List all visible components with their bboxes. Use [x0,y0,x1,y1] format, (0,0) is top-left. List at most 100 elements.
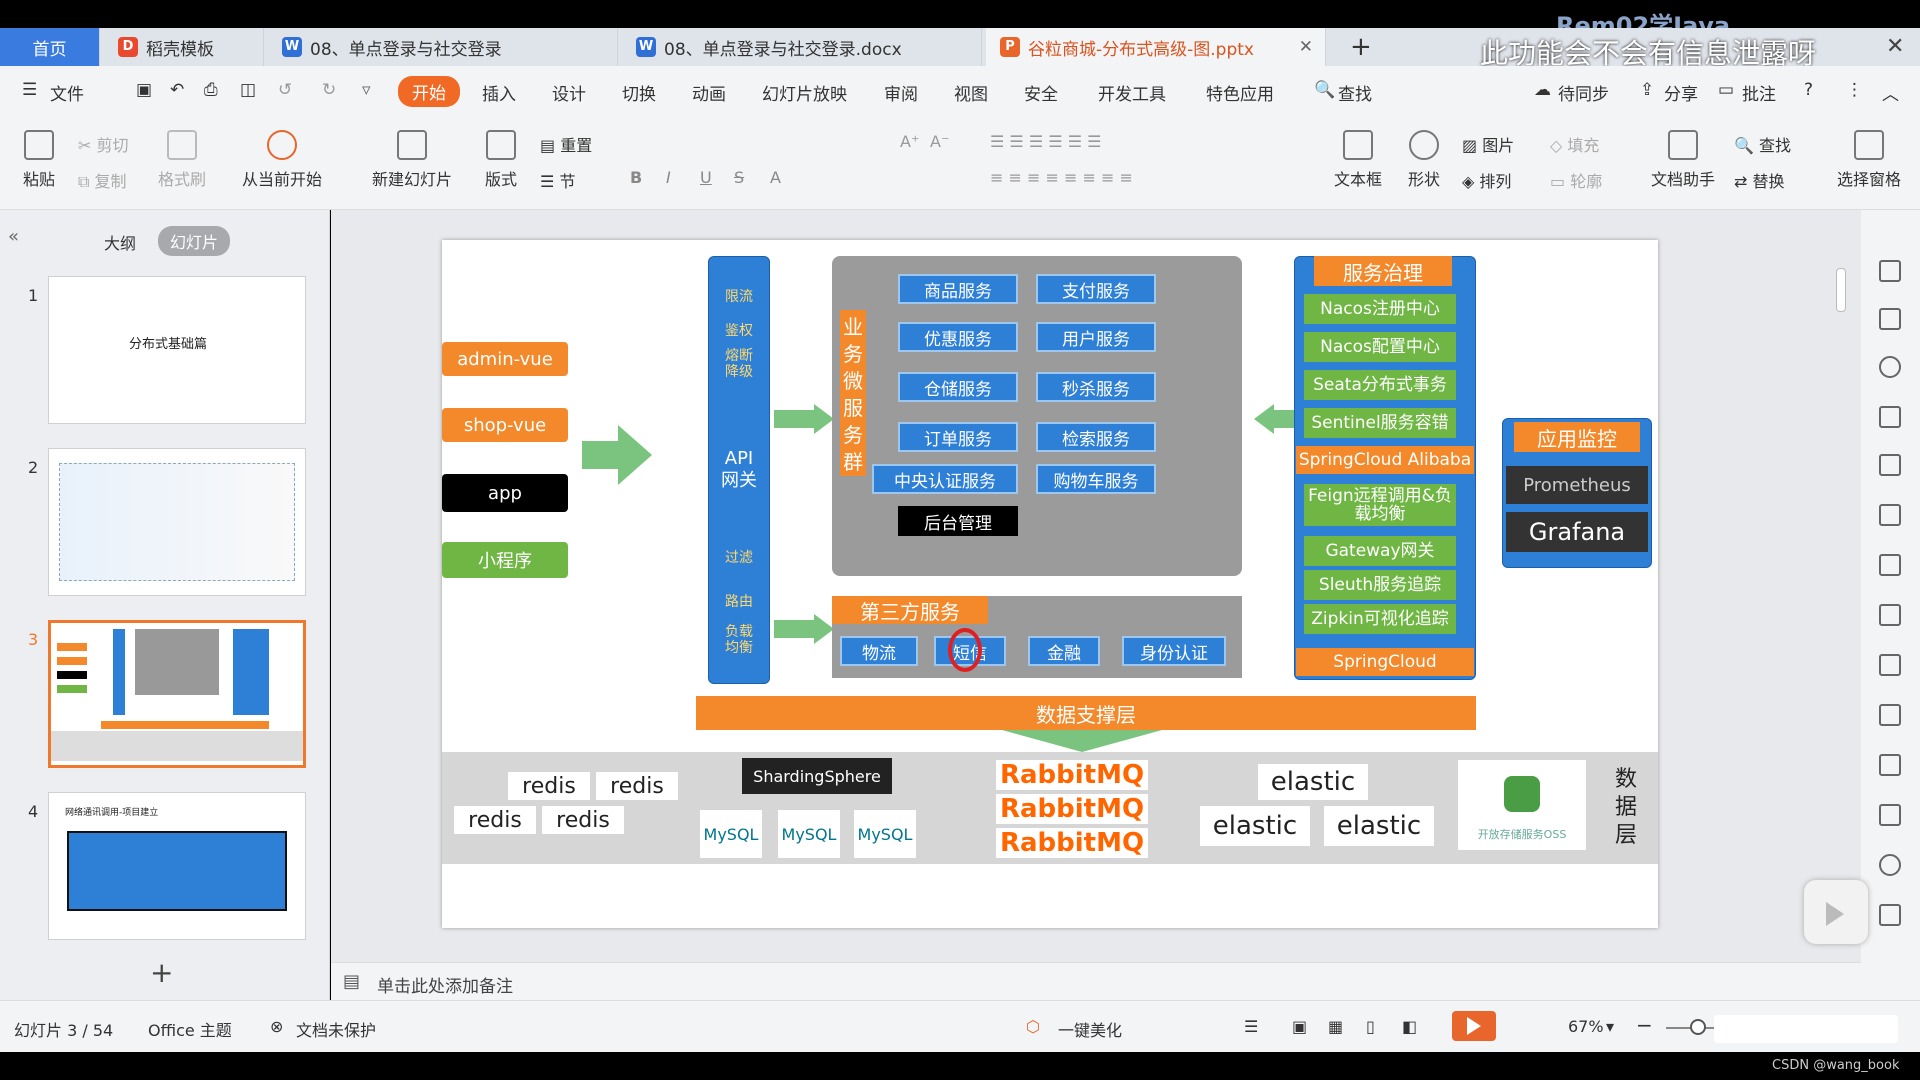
font-grow-icon[interactable]: A⁺ [900,132,919,151]
menu-animation[interactable]: 动画 [692,80,726,105]
print-icon[interactable]: ⎙ [204,80,218,100]
section-button[interactable]: ☰ 节 [540,168,575,192]
bold-icon[interactable]: B [630,168,642,187]
italic-icon[interactable]: I [666,168,671,187]
font-shrink-icon[interactable]: A⁻ [930,132,949,151]
arrange-button[interactable]: ◈ 排列 [1462,168,1511,192]
menu-security[interactable]: 安全 [1024,80,1058,105]
menu-start[interactable]: 开始 [398,76,460,107]
chart-icon[interactable] [1879,554,1901,576]
slide-content[interactable]: admin-vue shop-vue app 小程序 限流 鉴权 熔断降级 AP… [442,240,1658,928]
tab-docer[interactable]: D 稻壳模板 [104,28,264,66]
style-icon[interactable] [1879,406,1901,428]
search-icon[interactable]: 🔍 [1314,80,1335,100]
reading-view-icon[interactable]: ▯ [1366,1017,1375,1036]
select-pane-button[interactable]: 选择窗格 [1834,130,1904,190]
slides-tab[interactable]: 幻灯片 [158,226,231,256]
sync-button[interactable]: 待同步 [1558,80,1609,105]
more-icon[interactable]: ⋮ [1846,80,1863,100]
share-icon[interactable] [1879,704,1901,726]
menu-review[interactable]: 审阅 [884,80,918,105]
undo-history-icon[interactable]: ↶ [170,80,184,100]
menu-file[interactable]: 文件 [50,80,84,105]
scrollbar-thumb[interactable] [1836,268,1846,312]
zoom-level[interactable]: 67% [1568,1017,1604,1036]
underline-icon[interactable]: U [700,168,712,187]
menu-special[interactable]: 特色应用 [1206,80,1274,105]
ime-toolbar[interactable] [1714,1015,1898,1043]
menu-view[interactable]: 视图 [954,80,988,105]
slide-thumb-1[interactable]: 分布式基础篇 [48,276,306,424]
menu-transition[interactable]: 切换 [622,80,656,105]
protect-status[interactable]: 文档未保护 [296,1017,376,1041]
presenter-view-icon[interactable]: ◧ [1402,1017,1417,1036]
hamburger-icon[interactable]: ☰ [22,80,37,100]
cut-button[interactable]: ✂ 剪切 [78,132,129,156]
outline-tab[interactable]: 大纲 [104,230,136,254]
zoom-out-icon[interactable]: − [1636,1013,1653,1037]
zoom-slider-handle[interactable] [1690,1019,1706,1035]
collapse-ribbon-icon[interactable]: ︿ [1882,80,1899,105]
grid-icon[interactable] [1879,504,1901,526]
tab-doc-2[interactable]: W 08、单点登录与社交登录.docx [622,28,982,66]
replace-button[interactable]: ⇄ 替换 [1734,168,1785,192]
tab-pptx[interactable]: P 谷粒商城-分布式高级-图.pptx ✕ [986,28,1326,66]
table-icon[interactable] [1879,454,1901,476]
location-icon[interactable] [1879,904,1901,926]
reset-button[interactable]: ▤ 重置 [540,132,592,156]
find-button[interactable]: 🔍 查找 [1734,132,1791,156]
tab-home[interactable]: 首页 [0,28,100,66]
new-tab-button[interactable]: + [1336,28,1388,66]
notes-view-icon[interactable]: ☰ [1244,1017,1258,1036]
theme-label[interactable]: Office 主题 [148,1017,232,1041]
menu-design[interactable]: 设计 [552,80,586,105]
menu-search[interactable]: 查找 [1338,80,1372,105]
share-button[interactable]: 分享 [1664,80,1698,105]
fill-button[interactable]: ◇ 填充 [1550,132,1599,156]
sorter-view-icon[interactable]: ▦ [1328,1017,1343,1036]
notes-bar[interactable]: ▤ 单击此处添加备注 [331,962,1861,1000]
shapes-icon[interactable] [1879,356,1901,378]
font-color-icon[interactable]: A [770,168,781,187]
format-painter-button[interactable]: 格式刷 [152,130,212,190]
paste-button[interactable]: 粘贴 [14,130,64,190]
new-slide-button[interactable]: 新建幻灯片 [362,130,462,190]
comment-button[interactable]: 批注 [1742,80,1776,105]
help-icon[interactable]: ? [1804,80,1813,100]
preview-icon[interactable]: ◫ [240,80,256,100]
strike-icon[interactable]: S [734,168,744,187]
beautify-button[interactable]: 一键美化 [1058,1017,1122,1041]
tab-doc-1[interactable]: W 08、单点登录与社交登录 [268,28,618,66]
shape-button[interactable]: 形状 [1398,130,1450,190]
window-close-button[interactable]: ✕ [1886,34,1904,59]
picture-button[interactable]: ▨ 图片 [1462,132,1514,156]
textbox-button[interactable]: 文本框 [1326,130,1390,190]
save-icon[interactable]: ▣ [136,80,152,100]
box-icon[interactable] [1879,754,1901,776]
picture-icon[interactable] [1879,654,1901,676]
slide-thumb-3[interactable] [48,620,306,768]
collapse-panel-icon[interactable]: « [8,226,19,247]
bullets-icon[interactable]: ☰ ☰ ☰ ☰ ☰ ☰ [990,132,1102,151]
align-icon[interactable]: ≡ ≡ ≡ ≡ ≡ ≡ ≡ ≡ [990,168,1133,187]
play-from-current-button[interactable]: 从当前开始 [232,130,332,190]
close-tab-icon[interactable]: ✕ [1299,37,1313,57]
add-slide-button[interactable]: + [150,956,173,989]
redo-icon[interactable]: ↻ [322,80,336,100]
layout-button[interactable]: 版式 [476,130,526,190]
zoom-dropdown-icon[interactable]: ▾ [1606,1017,1614,1036]
doc-assistant-button[interactable]: 文档助手 [1648,130,1718,190]
customize-icon[interactable]: ▿ [362,80,371,100]
menu-insert[interactable]: 插入 [482,80,516,105]
normal-view-icon[interactable]: ▣ [1292,1017,1307,1036]
outline-button[interactable]: ▭ 轮廓 [1550,168,1602,192]
slide-thumb-2[interactable] [48,448,306,596]
star-icon[interactable] [1879,260,1901,282]
menu-slideshow[interactable]: 幻灯片放映 [762,80,847,105]
slide-thumb-4[interactable]: 网络通讯调用-项目建立 [48,792,306,940]
copy-button[interactable]: ⧉ 复制 [78,168,127,192]
transform-icon[interactable] [1879,308,1901,330]
undo-icon[interactable]: ↺ [278,80,292,100]
image-icon[interactable] [1879,804,1901,826]
sound-icon[interactable] [1879,854,1901,876]
